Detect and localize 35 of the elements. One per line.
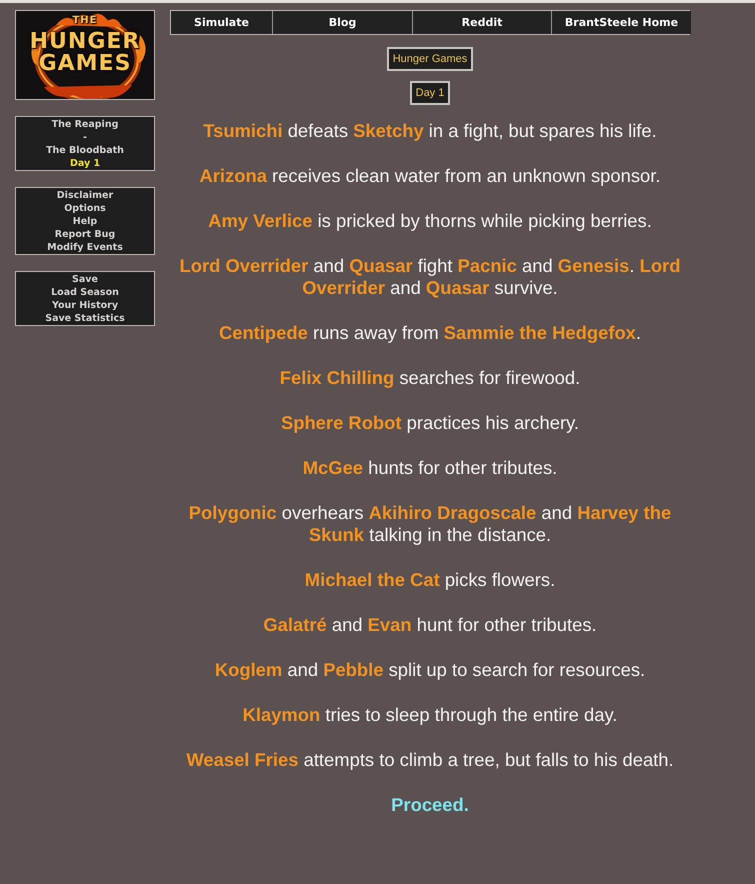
- nav-link[interactable]: Simulate: [171, 11, 273, 34]
- menu-link[interactable]: Modify Events: [47, 241, 123, 254]
- menu-link[interactable]: Report Bug: [54, 228, 116, 241]
- event-text: Weasel Fries attempts to climb a tree, but falls to his death.: [186, 749, 674, 771]
- event-text: Amy Verlice is pricked by thorns while picking berries.: [208, 210, 652, 232]
- event-text: Tsumichi defeats Sketchy in a fight, but spares his life.: [203, 120, 657, 142]
- event-text: Polygonic overhears Akihiro Dragoscale and Harvey the Skunk talking in the distance.: [188, 502, 672, 546]
- menu-link[interactable]: Disclaimer: [56, 189, 114, 202]
- menu-link[interactable]: Save Statistics: [45, 312, 125, 325]
- nav-link[interactable]: Blog: [273, 11, 413, 34]
- menu-link[interactable]: Help: [72, 215, 98, 228]
- logo-text: THE: [72, 15, 98, 27]
- menu-link[interactable]: Day 1: [70, 157, 100, 170]
- proceed-link[interactable]: Proceed.: [391, 794, 469, 816]
- menu-link[interactable]: Options: [64, 202, 106, 215]
- menu-link[interactable]: The Reaping: [52, 118, 118, 131]
- event-text: Galatré and Evan hunt for other tributes.: [263, 614, 597, 636]
- event-text: Sphere Robot practices his archery.: [280, 412, 580, 434]
- season-button[interactable]: Hunger Games: [386, 47, 474, 71]
- nav-link[interactable]: Reddit: [413, 11, 552, 34]
- day-label: Day 1: [410, 81, 450, 105]
- menu-link[interactable]: -: [83, 131, 87, 144]
- event-text: Michael the Cat picks flowers.: [304, 569, 556, 591]
- nav-link[interactable]: BrantSteele Home: [552, 11, 691, 34]
- menu-link[interactable]: Your History: [52, 299, 118, 312]
- menu-link[interactable]: Load Season: [51, 286, 119, 299]
- menu-link[interactable]: Save: [72, 273, 98, 286]
- event-text: Felix Chilling searches for firewood.: [280, 367, 580, 389]
- menu-link[interactable]: The Bloodbath: [46, 144, 124, 157]
- event-text: McGee hunts for other tributes.: [302, 457, 558, 479]
- event-text: Lord Overrider and Quasar fight Pacnic and Genesis. Lord Overrider and Quasar survive.: [178, 255, 682, 299]
- event-text: Arizona receives clean water from an unknown sponsor.: [199, 165, 660, 187]
- event-text: Koglem and Pebble split up to search for resources.: [214, 659, 646, 681]
- event-text: Centipede runs away from Sammie the Hedgefox.: [218, 322, 642, 344]
- event-text: Klaymon tries to sleep through the entire day.: [242, 704, 618, 726]
